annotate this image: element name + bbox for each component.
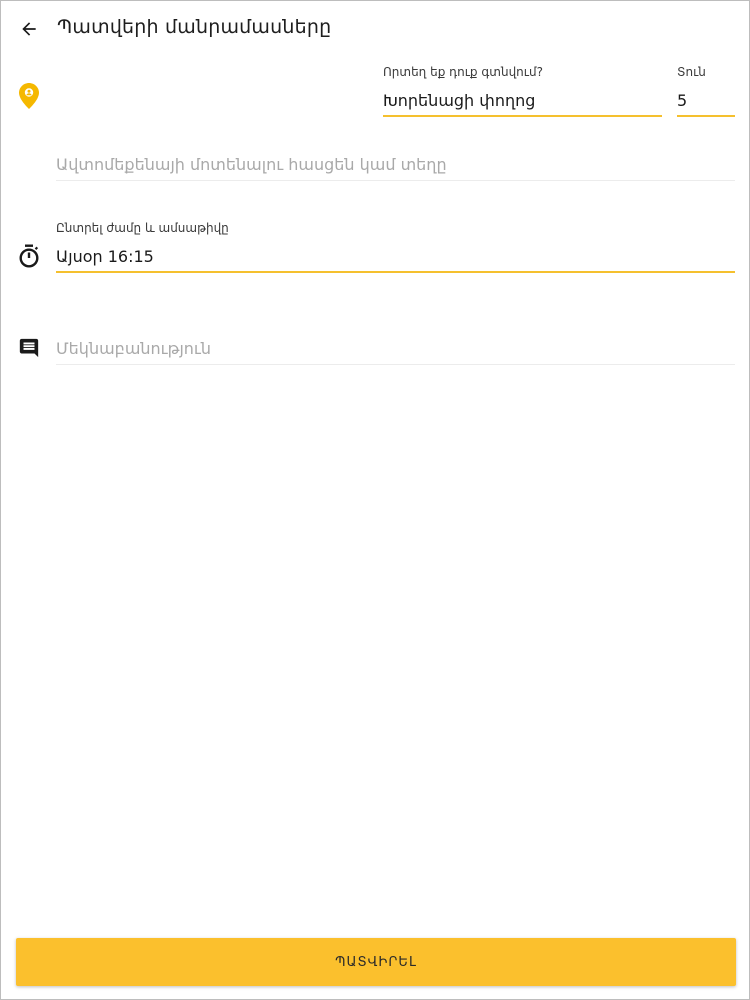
order-details-screen: Պատվերի մանրամասները Որտեղ եք դուք գտնվո…: [0, 0, 750, 1000]
address-value: Խորենացի փողոց: [383, 91, 536, 110]
comment-placeholder: Մեկնաբանություն: [56, 339, 212, 358]
arrow-left-icon: [22, 22, 36, 36]
datetime-value: Այսօր 16:15: [56, 247, 154, 266]
datetime-label: Ընտրել ժամը և ամսաթիվը: [56, 221, 229, 235]
page-title: Պատվերի մանրամասները: [57, 16, 332, 38]
back-button[interactable]: [13, 13, 45, 45]
car-arrival-underline: [56, 180, 735, 181]
address-input[interactable]: Խորենացի փողոց: [383, 87, 662, 117]
house-underline: [677, 115, 735, 117]
order-submit-button[interactable]: ՊԱՏՎԻՐԵԼ: [16, 938, 736, 986]
car-arrival-placeholder: Ավտոմեքենայի մոտենալու հասցեն կամ տեղը: [56, 155, 447, 174]
address-underline: [383, 115, 662, 117]
comment-input[interactable]: Մեկնաբանություն: [56, 335, 735, 365]
datetime-underline: [56, 271, 735, 273]
comment-icon: [15, 334, 43, 362]
timer-icon: [15, 242, 43, 270]
comment-underline: [56, 364, 735, 365]
house-input[interactable]: 5: [677, 87, 735, 117]
datetime-input[interactable]: Այսօր 16:15: [56, 243, 735, 273]
house-label: Տուն: [677, 65, 706, 79]
submit-label: ՊԱՏՎԻՐԵԼ: [335, 954, 417, 970]
map-pin-icon: [15, 81, 43, 111]
house-value: 5: [677, 91, 688, 110]
car-arrival-input[interactable]: Ավտոմեքենայի մոտենալու հասցեն կամ տեղը: [56, 151, 735, 181]
address-label: Որտեղ եք դուք գտնվում?: [383, 65, 543, 79]
